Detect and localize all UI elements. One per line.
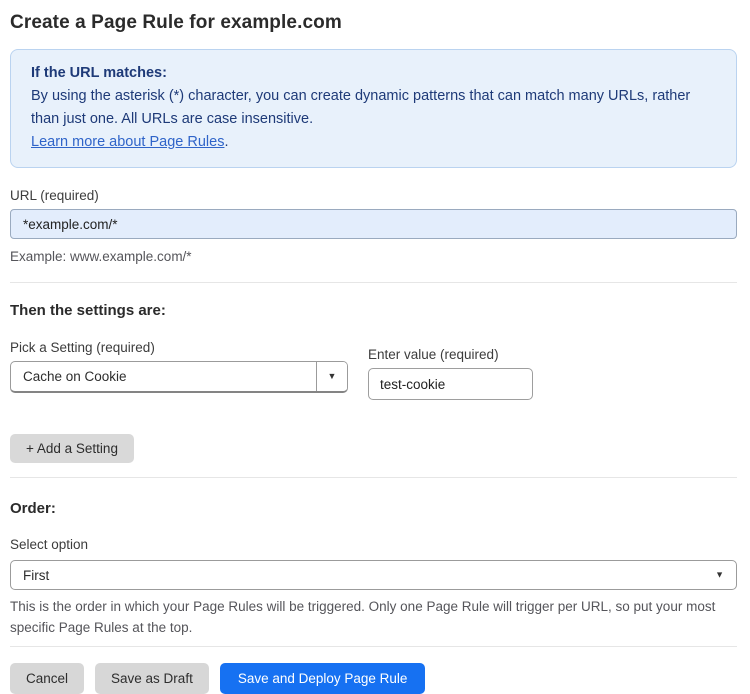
url-helper-text: Example: www.example.com/* xyxy=(10,249,192,264)
info-box-link-line: Learn more about Page Rules. xyxy=(31,131,716,154)
order-select-value: First xyxy=(23,567,50,583)
setting-select-caret-button[interactable]: ▼ xyxy=(316,362,347,391)
setting-select-value: Cache on Cookie xyxy=(23,369,127,384)
url-field-label: URL (required) xyxy=(10,188,99,203)
setting-value-input[interactable] xyxy=(368,368,533,400)
order-section-heading: Order: xyxy=(10,500,56,517)
add-setting-button[interactable]: + Add a Setting xyxy=(10,434,134,463)
setting-picker-label: Pick a Setting (required) xyxy=(10,340,155,355)
caret-down-icon: ▼ xyxy=(327,371,337,381)
page-title: Create a Page Rule for example.com xyxy=(10,12,342,33)
info-box-body: By using the asterisk (*) character, you… xyxy=(31,88,691,127)
page-rule-form: Create a Page Rule for example.com If th… xyxy=(0,0,750,694)
divider xyxy=(10,477,737,478)
settings-section-heading: Then the settings are: xyxy=(10,302,166,319)
cancel-button[interactable]: Cancel xyxy=(10,663,85,694)
order-select-label: Select option xyxy=(10,537,89,552)
action-buttons-row: Cancel Save as Draft Save and Deploy Pag… xyxy=(10,663,737,694)
setting-value-column: Enter value (required) xyxy=(368,347,533,400)
url-match-info-box: If the URL matches: By using the asteris… xyxy=(10,49,737,168)
settings-row: Pick a Setting (required) Cache on Cooki… xyxy=(10,340,737,400)
divider xyxy=(10,646,737,647)
url-input[interactable] xyxy=(10,209,737,239)
setting-picker-column: Pick a Setting (required) Cache on Cooki… xyxy=(10,340,348,393)
save-as-draft-button[interactable]: Save as Draft xyxy=(95,663,209,694)
setting-value-label: Enter value (required) xyxy=(368,347,499,362)
caret-down-icon: ▼ xyxy=(715,569,724,580)
learn-more-link[interactable]: Learn more about Page Rules xyxy=(31,134,224,150)
save-and-deploy-button[interactable]: Save and Deploy Page Rule xyxy=(219,663,426,694)
divider xyxy=(10,282,737,283)
setting-select[interactable]: Cache on Cookie ▼ xyxy=(10,361,348,393)
order-helper-text: This is the order in which your Page Rul… xyxy=(10,599,716,635)
link-period: . xyxy=(224,134,229,150)
info-box-heading: If the URL matches: xyxy=(31,65,167,81)
order-select[interactable]: First ▼ xyxy=(10,560,737,590)
